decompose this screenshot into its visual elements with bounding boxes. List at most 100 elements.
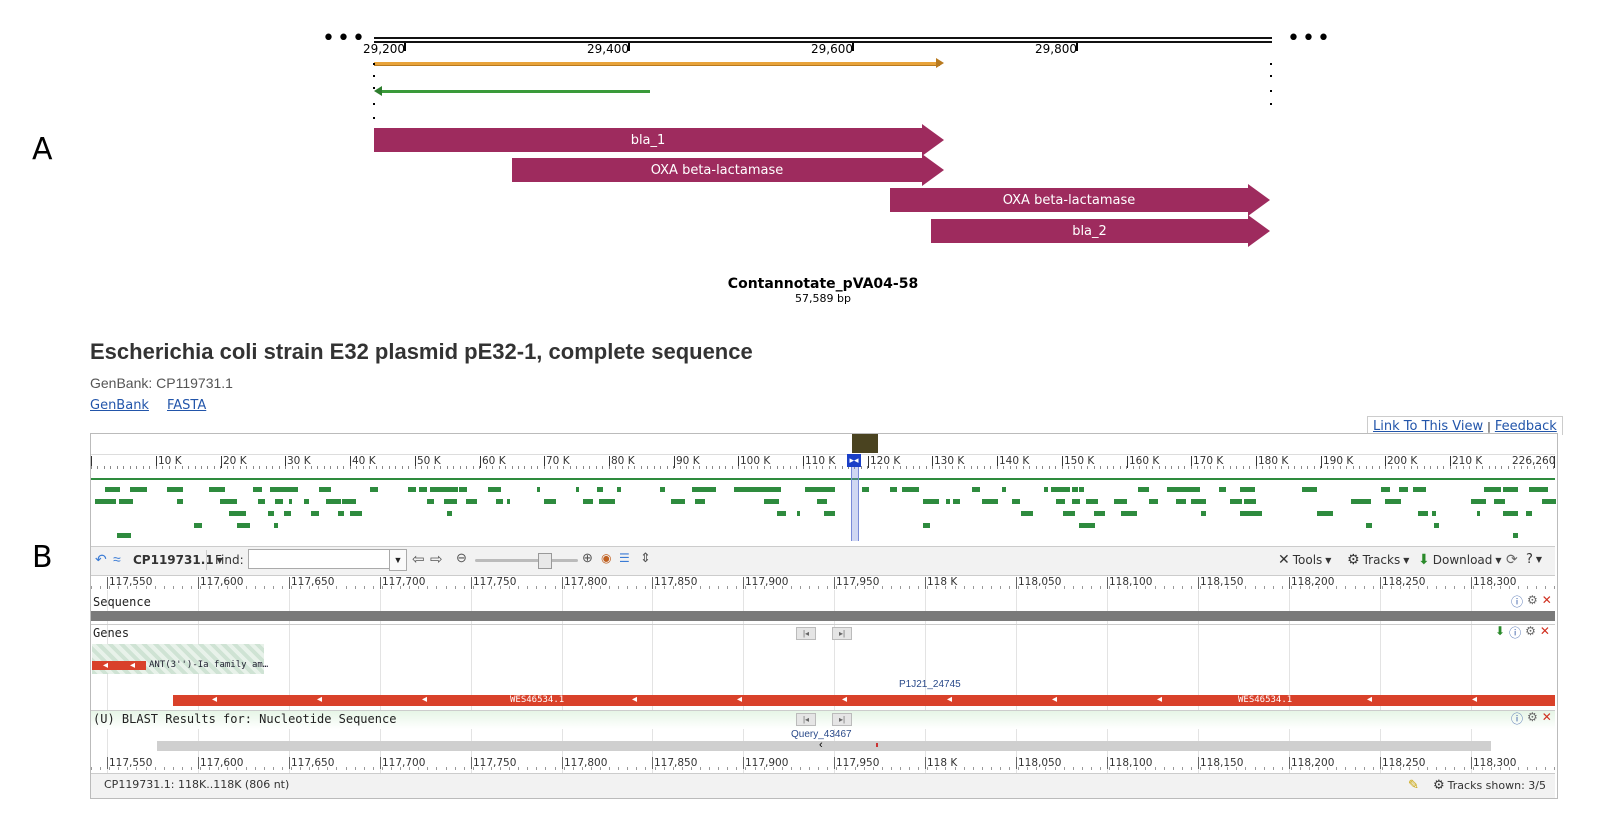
feature-oxa-1[interactable]: OXA beta-lactamase [512, 154, 944, 186]
gear-icon[interactable]: ⚙ [1527, 710, 1538, 727]
overview-gene-block[interactable] [1056, 499, 1065, 504]
info-icon[interactable]: ⓘ [1511, 710, 1523, 727]
gear-icon[interactable]: ⚙ [1525, 624, 1536, 641]
overview-gene-block[interactable] [1503, 511, 1518, 516]
overview-gene-block[interactable] [319, 487, 331, 492]
overview-gene-block[interactable] [1201, 511, 1206, 516]
overview-gene-block[interactable] [1002, 487, 1006, 492]
overview-viewport[interactable] [851, 466, 859, 541]
blast-hit-bar[interactable] [157, 741, 1491, 751]
overview-gene-block[interactable] [820, 487, 835, 492]
zoom-out-icon[interactable]: ⊖ [456, 550, 467, 566]
overview-gene-block[interactable] [797, 511, 800, 516]
overview-gene-block[interactable] [100, 499, 116, 504]
overview-gene-block[interactable] [507, 499, 510, 504]
overview-gene-block[interactable] [599, 499, 615, 504]
overview-gene-block[interactable] [137, 487, 147, 492]
overview-gene-block[interactable] [408, 487, 416, 492]
overview-gene-block[interactable] [1187, 487, 1200, 492]
overview-gene-block[interactable] [466, 499, 477, 504]
overview-gene-block[interactable] [1072, 499, 1080, 504]
overview-gene-block[interactable] [735, 487, 739, 492]
overview-gene-block[interactable] [1491, 487, 1501, 492]
overview-gene-block[interactable] [1418, 511, 1428, 516]
overview-gene-block[interactable] [1415, 487, 1426, 492]
overview-gene-block[interactable] [1063, 511, 1075, 516]
overview-gene-block[interactable] [1484, 487, 1491, 492]
overview-gene-block[interactable] [253, 487, 262, 492]
help-menu[interactable]: ? ▼ [1526, 552, 1542, 567]
overview-gene-block[interactable] [1547, 499, 1550, 504]
overview-gene-block[interactable] [304, 499, 309, 504]
overview-gene-block[interactable] [537, 487, 540, 492]
overview-gene-block[interactable] [194, 523, 202, 528]
overview-gene-block[interactable] [1094, 511, 1105, 516]
overview-marker[interactable] [852, 434, 878, 453]
feedback-link[interactable]: Feedback [1495, 419, 1557, 434]
overview-gene-block[interactable] [1475, 499, 1486, 504]
overview-gene-block[interactable] [1044, 487, 1048, 492]
overview-gene-block[interactable] [1079, 523, 1095, 528]
refresh-icon[interactable]: ⟳ [1506, 551, 1518, 568]
overview-gene-block[interactable] [1230, 499, 1242, 504]
overview-gene-block[interactable] [311, 511, 319, 516]
gene-wes46534[interactable] [173, 695, 1555, 706]
overview-gene-block[interactable] [488, 487, 501, 492]
overview-gene-block[interactable] [761, 487, 777, 492]
overview-gene-block[interactable] [280, 487, 293, 492]
overview-gene-block[interactable] [576, 487, 579, 492]
overview-gene-block[interactable] [1434, 523, 1439, 528]
overview-gene-block[interactable] [226, 499, 236, 504]
overview-gene-block[interactable] [289, 499, 292, 504]
overview-gene-block[interactable] [805, 487, 808, 492]
feature-bla-2[interactable]: bla_2 [931, 215, 1270, 247]
overview-gene-block[interactable] [923, 523, 930, 528]
overview-gene-block[interactable] [496, 499, 503, 504]
feature-oxa-2[interactable]: OXA beta-lactamase [890, 184, 1270, 216]
overview-gene-block[interactable] [818, 499, 827, 504]
overview-gene-block[interactable] [1366, 523, 1372, 528]
overview-gene-block[interactable] [1432, 511, 1436, 516]
overview-gene-block[interactable] [924, 499, 939, 504]
overview-gene-block[interactable] [1404, 487, 1408, 492]
overview-gene-block[interactable] [268, 511, 274, 516]
overview-gene-block[interactable] [671, 499, 685, 504]
overview-gene-block[interactable] [946, 499, 950, 504]
back-icon[interactable]: ↶ [95, 551, 107, 568]
overview-gene-block[interactable] [583, 499, 593, 504]
overview-gene-block[interactable] [107, 487, 120, 492]
layout-icon[interactable]: ☰ [619, 551, 630, 565]
overview-gene-block[interactable] [1021, 511, 1033, 516]
tools-menu[interactable]: ✕ Tools ▼ [1278, 552, 1331, 568]
tracks-shown[interactable]: ⚙ Tracks shown: 3/5 [1433, 778, 1546, 793]
overview-gene-block[interactable] [1240, 511, 1256, 516]
overview-gene-block[interactable] [1114, 499, 1127, 504]
overview-gene-block[interactable] [701, 487, 716, 492]
overview-gene-block[interactable] [1359, 499, 1371, 504]
overview-gene-block[interactable] [258, 499, 265, 504]
tracks-menu[interactable]: ⚙ Tracks ▼ [1347, 552, 1409, 568]
close-icon[interactable]: ✕ [1542, 710, 1552, 727]
overview-gene-block[interactable] [660, 487, 665, 492]
overview-gene-block[interactable] [597, 487, 603, 492]
track-scroll-left-icon[interactable]: |◂ [796, 713, 816, 726]
track-scroll-left-icon[interactable]: |◂ [796, 627, 816, 640]
overview-gene-block[interactable] [1086, 499, 1098, 504]
overview-gene-block[interactable] [293, 487, 298, 492]
close-icon[interactable]: ✕ [1542, 593, 1552, 610]
overview-gene-block[interactable] [1149, 499, 1156, 504]
overview-gene-block[interactable] [1079, 487, 1084, 492]
overview-gene-block[interactable] [617, 487, 621, 492]
overview-gene-block[interactable] [1387, 499, 1394, 504]
pan-right-icon[interactable]: ⇨ [430, 550, 443, 568]
overview-gene-block[interactable] [1302, 487, 1307, 492]
track-scroll-right-icon[interactable]: ▸| [832, 627, 852, 640]
find-dropdown-chevron-icon[interactable]: ▼ [389, 549, 407, 571]
gear-icon[interactable]: ⚙ [1527, 593, 1538, 610]
overview-gene-block[interactable] [545, 499, 556, 504]
overview-gene-block[interactable] [433, 487, 446, 492]
overview-gene-block[interactable] [1240, 487, 1255, 492]
overview-gene-block[interactable] [1055, 487, 1070, 492]
collapse-icon[interactable]: ⇕ [640, 550, 651, 566]
overview-gene-block[interactable] [1196, 499, 1199, 504]
